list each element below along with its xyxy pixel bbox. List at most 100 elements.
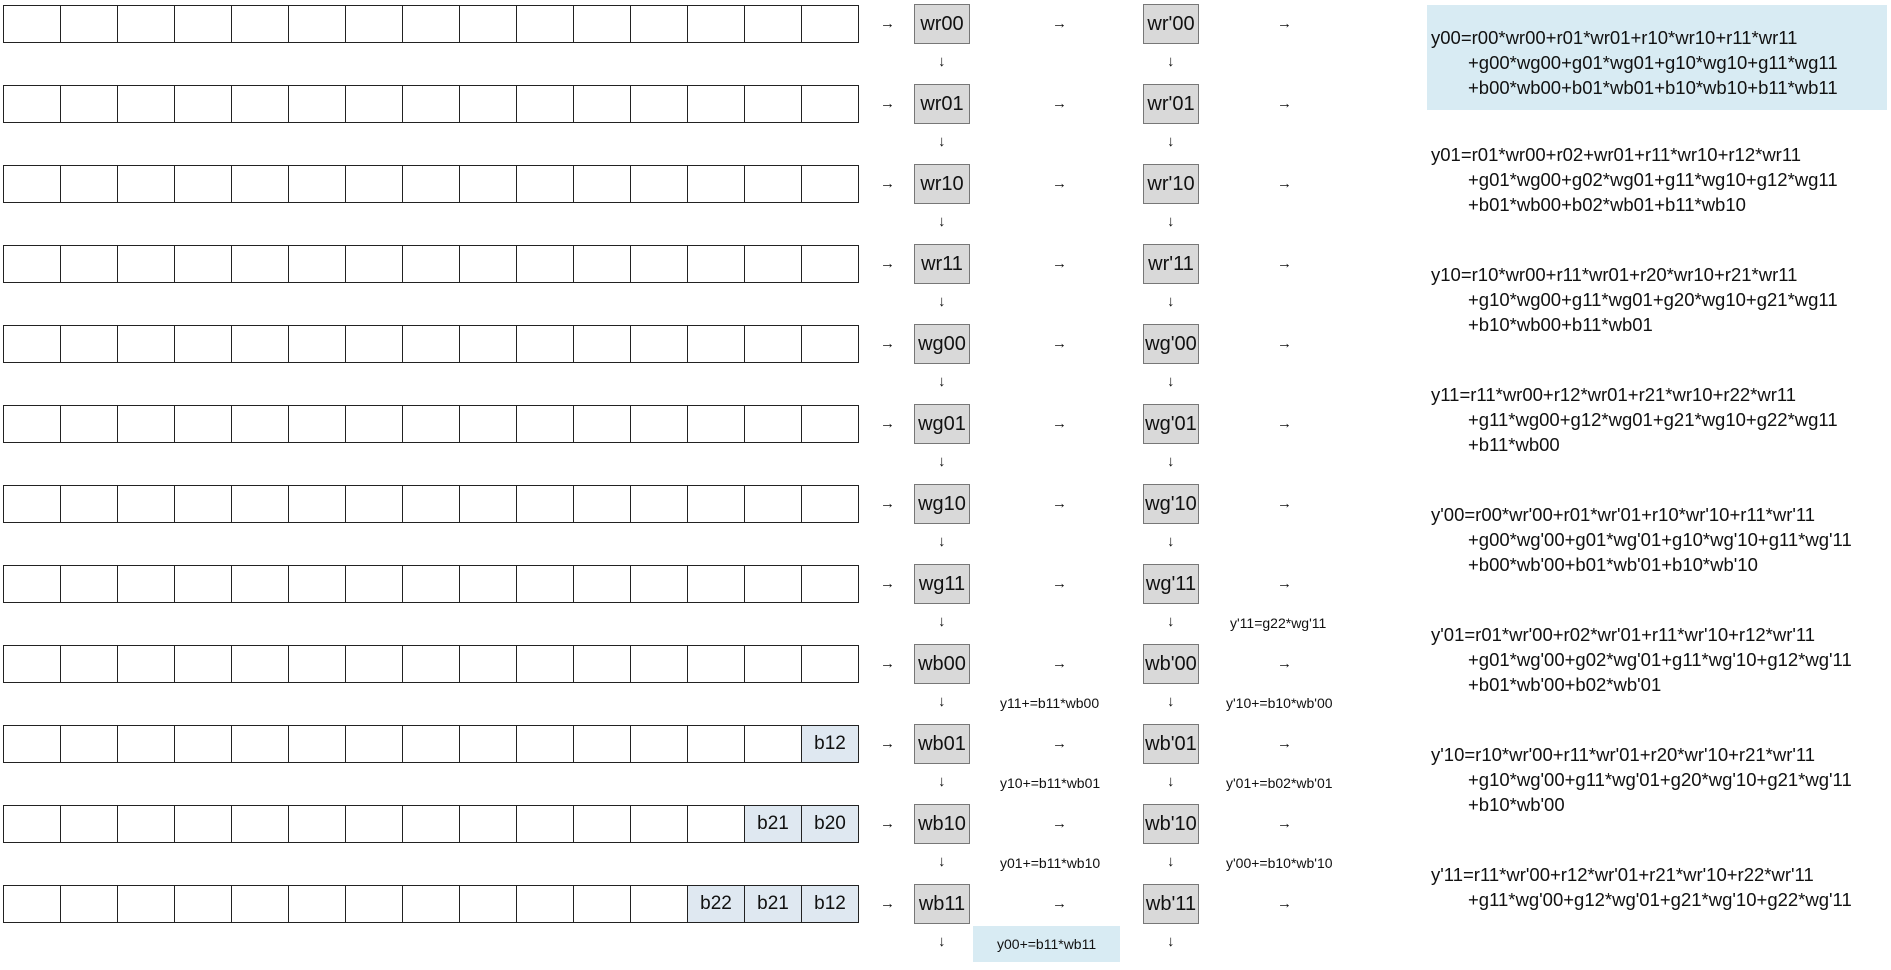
grid-cell (345, 165, 403, 203)
grid-cell (3, 725, 61, 763)
weight-box: wr11 (914, 244, 970, 284)
grid-cell (459, 85, 517, 123)
grid-cell (573, 645, 631, 683)
equation-line: y'01=r01*wr'00+r02*wr'01+r11*wr'10+r12*w… (1431, 624, 1816, 645)
arrow-down-icon: ↓ (1167, 533, 1175, 550)
grid-cell (345, 485, 403, 523)
weight-prime-box: wg'00 (1143, 324, 1199, 364)
grid-cell (744, 245, 802, 283)
equation-line: +b10*wb00+b11*wb01 (1468, 314, 1653, 335)
grid-cell (3, 885, 61, 923)
grid-cell (459, 165, 517, 203)
input-row: b22 b21 b12 (3, 885, 859, 923)
grid-cell: b21 (744, 885, 802, 923)
arrow-right-icon: → (880, 655, 895, 672)
grid-cell (801, 405, 859, 443)
grid-cell (630, 725, 688, 763)
grid-cell (516, 325, 574, 363)
grid-cell (231, 405, 289, 443)
equation-line: +g10*wg00+g11*wg01+g20*wg10+g21*wg11 (1468, 289, 1838, 310)
grid-cell (288, 325, 346, 363)
grid-cell (573, 885, 631, 923)
grid-cell (744, 165, 802, 203)
arrow-right-icon: → (1277, 895, 1292, 912)
grid-cell (174, 805, 232, 843)
arrow-down-icon: ↓ (938, 533, 946, 550)
arrow-right-icon: → (1277, 575, 1292, 592)
arrow-right-icon: → (1277, 95, 1292, 112)
equation-block: y11=r11*wr00+r12*wr01+r21*wr10+r22*wr11 +… (1427, 382, 1891, 457)
grid-cell (801, 165, 859, 203)
grid-cell (345, 405, 403, 443)
grid-cell (231, 885, 289, 923)
grid-cell (117, 485, 175, 523)
grid-cell (117, 805, 175, 843)
arrow-down-icon: ↓ (938, 133, 946, 150)
arrow-right-icon: → (1277, 335, 1292, 352)
grid-cell (459, 645, 517, 683)
grid-cell (687, 5, 745, 43)
arrow-down-icon: ↓ (1167, 213, 1175, 230)
input-row (3, 245, 859, 283)
equation-line: +g00*wg00+g01*wg01+g10*wg10+g11*wg11 (1468, 52, 1838, 73)
arrow-right-icon: → (1052, 495, 1067, 512)
arrow-down-icon: ↓ (938, 933, 946, 950)
input-row (3, 485, 859, 523)
grid-cell: b12 (801, 725, 859, 763)
arrow-right-icon: → (1277, 15, 1292, 32)
grid-cell (345, 245, 403, 283)
arrow-down-icon: ↓ (938, 53, 946, 70)
grid-cell (516, 85, 574, 123)
input-row (3, 5, 859, 43)
grid-cell (573, 485, 631, 523)
weight-prime-box: wr'01 (1143, 84, 1199, 124)
grid-cell (687, 165, 745, 203)
grid-cell (402, 405, 460, 443)
note-y10-prime-wb00: y'10+=b10*wb'00 (1226, 695, 1333, 711)
grid-cell (288, 485, 346, 523)
grid-cell (402, 165, 460, 203)
arrow-right-icon: → (1277, 815, 1292, 832)
grid-cell (60, 85, 118, 123)
grid-cell (630, 5, 688, 43)
arrow-down-icon: ↓ (938, 213, 946, 230)
equation-line: y10=r10*wr00+r11*wr01+r20*wr10+r21*wr11 (1431, 264, 1798, 285)
weight-prime-box: wg'01 (1143, 404, 1199, 444)
grid-cell (402, 5, 460, 43)
arrow-right-icon: → (880, 735, 895, 752)
arrow-down-icon: ↓ (1167, 133, 1175, 150)
note-y01-wb10: y01+=b11*wb10 (1000, 855, 1101, 871)
equation-line: +g10*wg'00+g11*wg'01+g20*wg'10+g21*wg'11 (1468, 769, 1852, 790)
grid-cell (459, 805, 517, 843)
equation-line: y'11=r11*wr'00+r12*wr'01+r21*wr'10+r22*w… (1431, 864, 1814, 885)
arrow-down-icon: ↓ (1167, 373, 1175, 390)
grid-cell (630, 165, 688, 203)
grid-cell (60, 485, 118, 523)
grid-cell (801, 485, 859, 523)
arrow-right-icon: → (1277, 735, 1292, 752)
grid-cell (630, 325, 688, 363)
grid-cell (516, 405, 574, 443)
arrow-right-icon: → (1277, 415, 1292, 432)
input-row (3, 165, 859, 203)
grid-cell (117, 85, 175, 123)
arrow-right-icon: → (1052, 95, 1067, 112)
grid-cell (3, 85, 61, 123)
weight-box: wr10 (914, 164, 970, 204)
equation-line: y'10=r10*wr'00+r11*wr'01+r20*wr'10+r21*w… (1431, 744, 1816, 765)
grid-cell (687, 645, 745, 683)
grid-cell (630, 485, 688, 523)
grid-cell (687, 725, 745, 763)
arrow-right-icon: → (880, 95, 895, 112)
grid-cell (402, 805, 460, 843)
grid-cell (3, 5, 61, 43)
grid-cell (174, 645, 232, 683)
arrow-down-icon: ↓ (1167, 613, 1175, 630)
grid-cell (117, 645, 175, 683)
grid-cell (288, 245, 346, 283)
grid-cell (801, 245, 859, 283)
weight-box: wg01 (914, 404, 970, 444)
grid-cell (516, 645, 574, 683)
equation-block: y'10=r10*wr'00+r11*wr'01+r20*wr'10+r21*w… (1427, 742, 1891, 817)
equation-line: +g11*wg00+g12*wg01+g21*wg10+g22*wg11 (1468, 409, 1838, 430)
